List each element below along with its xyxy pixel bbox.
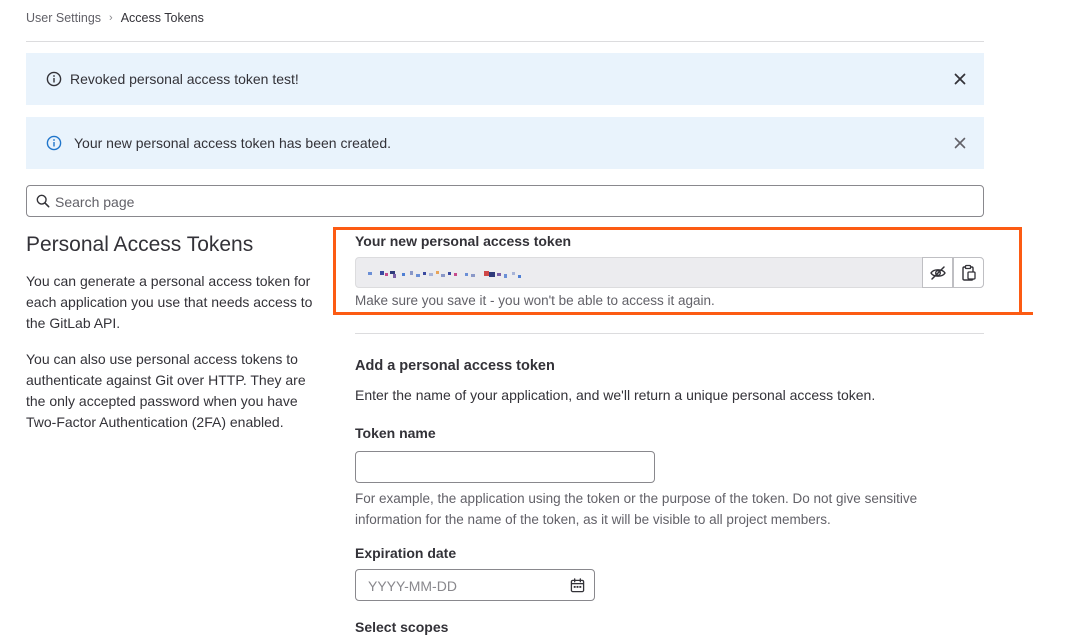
alert-created: Your new personal access token has been … [26, 117, 984, 169]
calendar-icon[interactable] [570, 578, 585, 593]
expiration-date-input[interactable] [366, 576, 560, 596]
expiration-date-label: Expiration date [355, 545, 457, 561]
alert-text: Revoked personal access token test! [70, 71, 299, 87]
copy-token-button[interactable] [953, 257, 984, 288]
chevron-right-icon: › [109, 12, 113, 24]
divider [26, 41, 984, 42]
info-icon [46, 71, 62, 87]
info-icon [46, 135, 62, 151]
token-name-label: Token name [355, 425, 436, 441]
new-token-help: Make sure you save it - you won't be abl… [355, 293, 715, 308]
clipboard-icon [961, 264, 976, 281]
masked-token-value[interactable] [366, 266, 906, 280]
close-icon[interactable] [952, 71, 968, 87]
expiration-date-field [355, 569, 595, 601]
toggle-visibility-button[interactable] [922, 257, 953, 288]
eye-slash-icon [929, 265, 946, 280]
alert-revoked: Revoked personal access token test! [26, 53, 984, 105]
token-name-input[interactable] [355, 451, 655, 483]
breadcrumb: User Settings › Access Tokens [26, 11, 204, 25]
search-icon [36, 194, 50, 208]
breadcrumb-access-tokens[interactable]: Access Tokens [121, 11, 204, 25]
select-scopes-label: Select scopes [355, 619, 449, 635]
token-name-help-line-1: For example, the application using the t… [355, 491, 918, 506]
close-icon[interactable] [952, 135, 968, 151]
alert-text: Your new personal access token has been … [74, 135, 392, 151]
page-title: Personal Access Tokens [26, 233, 254, 256]
intro-paragraph-1: You can generate a personal access token… [26, 273, 313, 331]
new-token-field [355, 257, 984, 288]
highlight-annotation-tail [1018, 312, 1033, 315]
search-input[interactable] [53, 190, 957, 214]
token-name-help-line-2: information for the name of the token, a… [355, 512, 831, 527]
add-token-description: Enter the name of your application, and … [355, 387, 876, 403]
breadcrumb-user-settings[interactable]: User Settings [26, 11, 101, 25]
divider [355, 333, 984, 334]
search-box [26, 185, 984, 217]
new-token-label: Your new personal access token [355, 233, 572, 249]
intro-section: Personal Access Tokens You can generate … [26, 233, 326, 448]
intro-paragraph-2: You can also use personal access tokens … [26, 351, 306, 430]
add-token-title: Add a personal access token [355, 358, 555, 374]
